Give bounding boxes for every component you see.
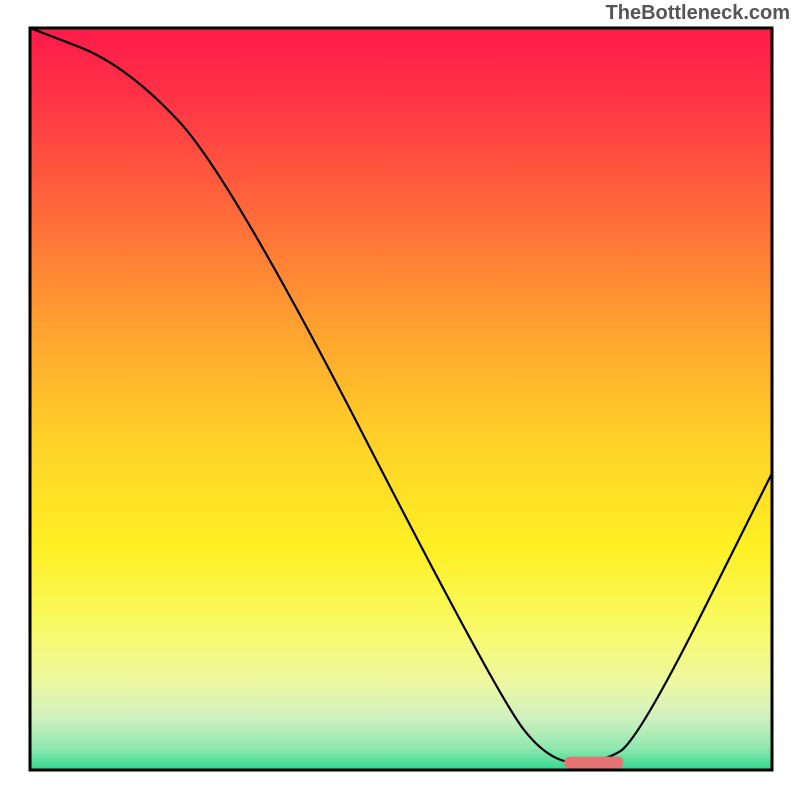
watermark-text: TheBottleneck.com [606,2,790,25]
plot-background [30,28,772,770]
chart-container: TheBottleneck.com [0,0,800,800]
optimal-range-marker [564,757,623,769]
bottleneck-chart [0,0,800,800]
